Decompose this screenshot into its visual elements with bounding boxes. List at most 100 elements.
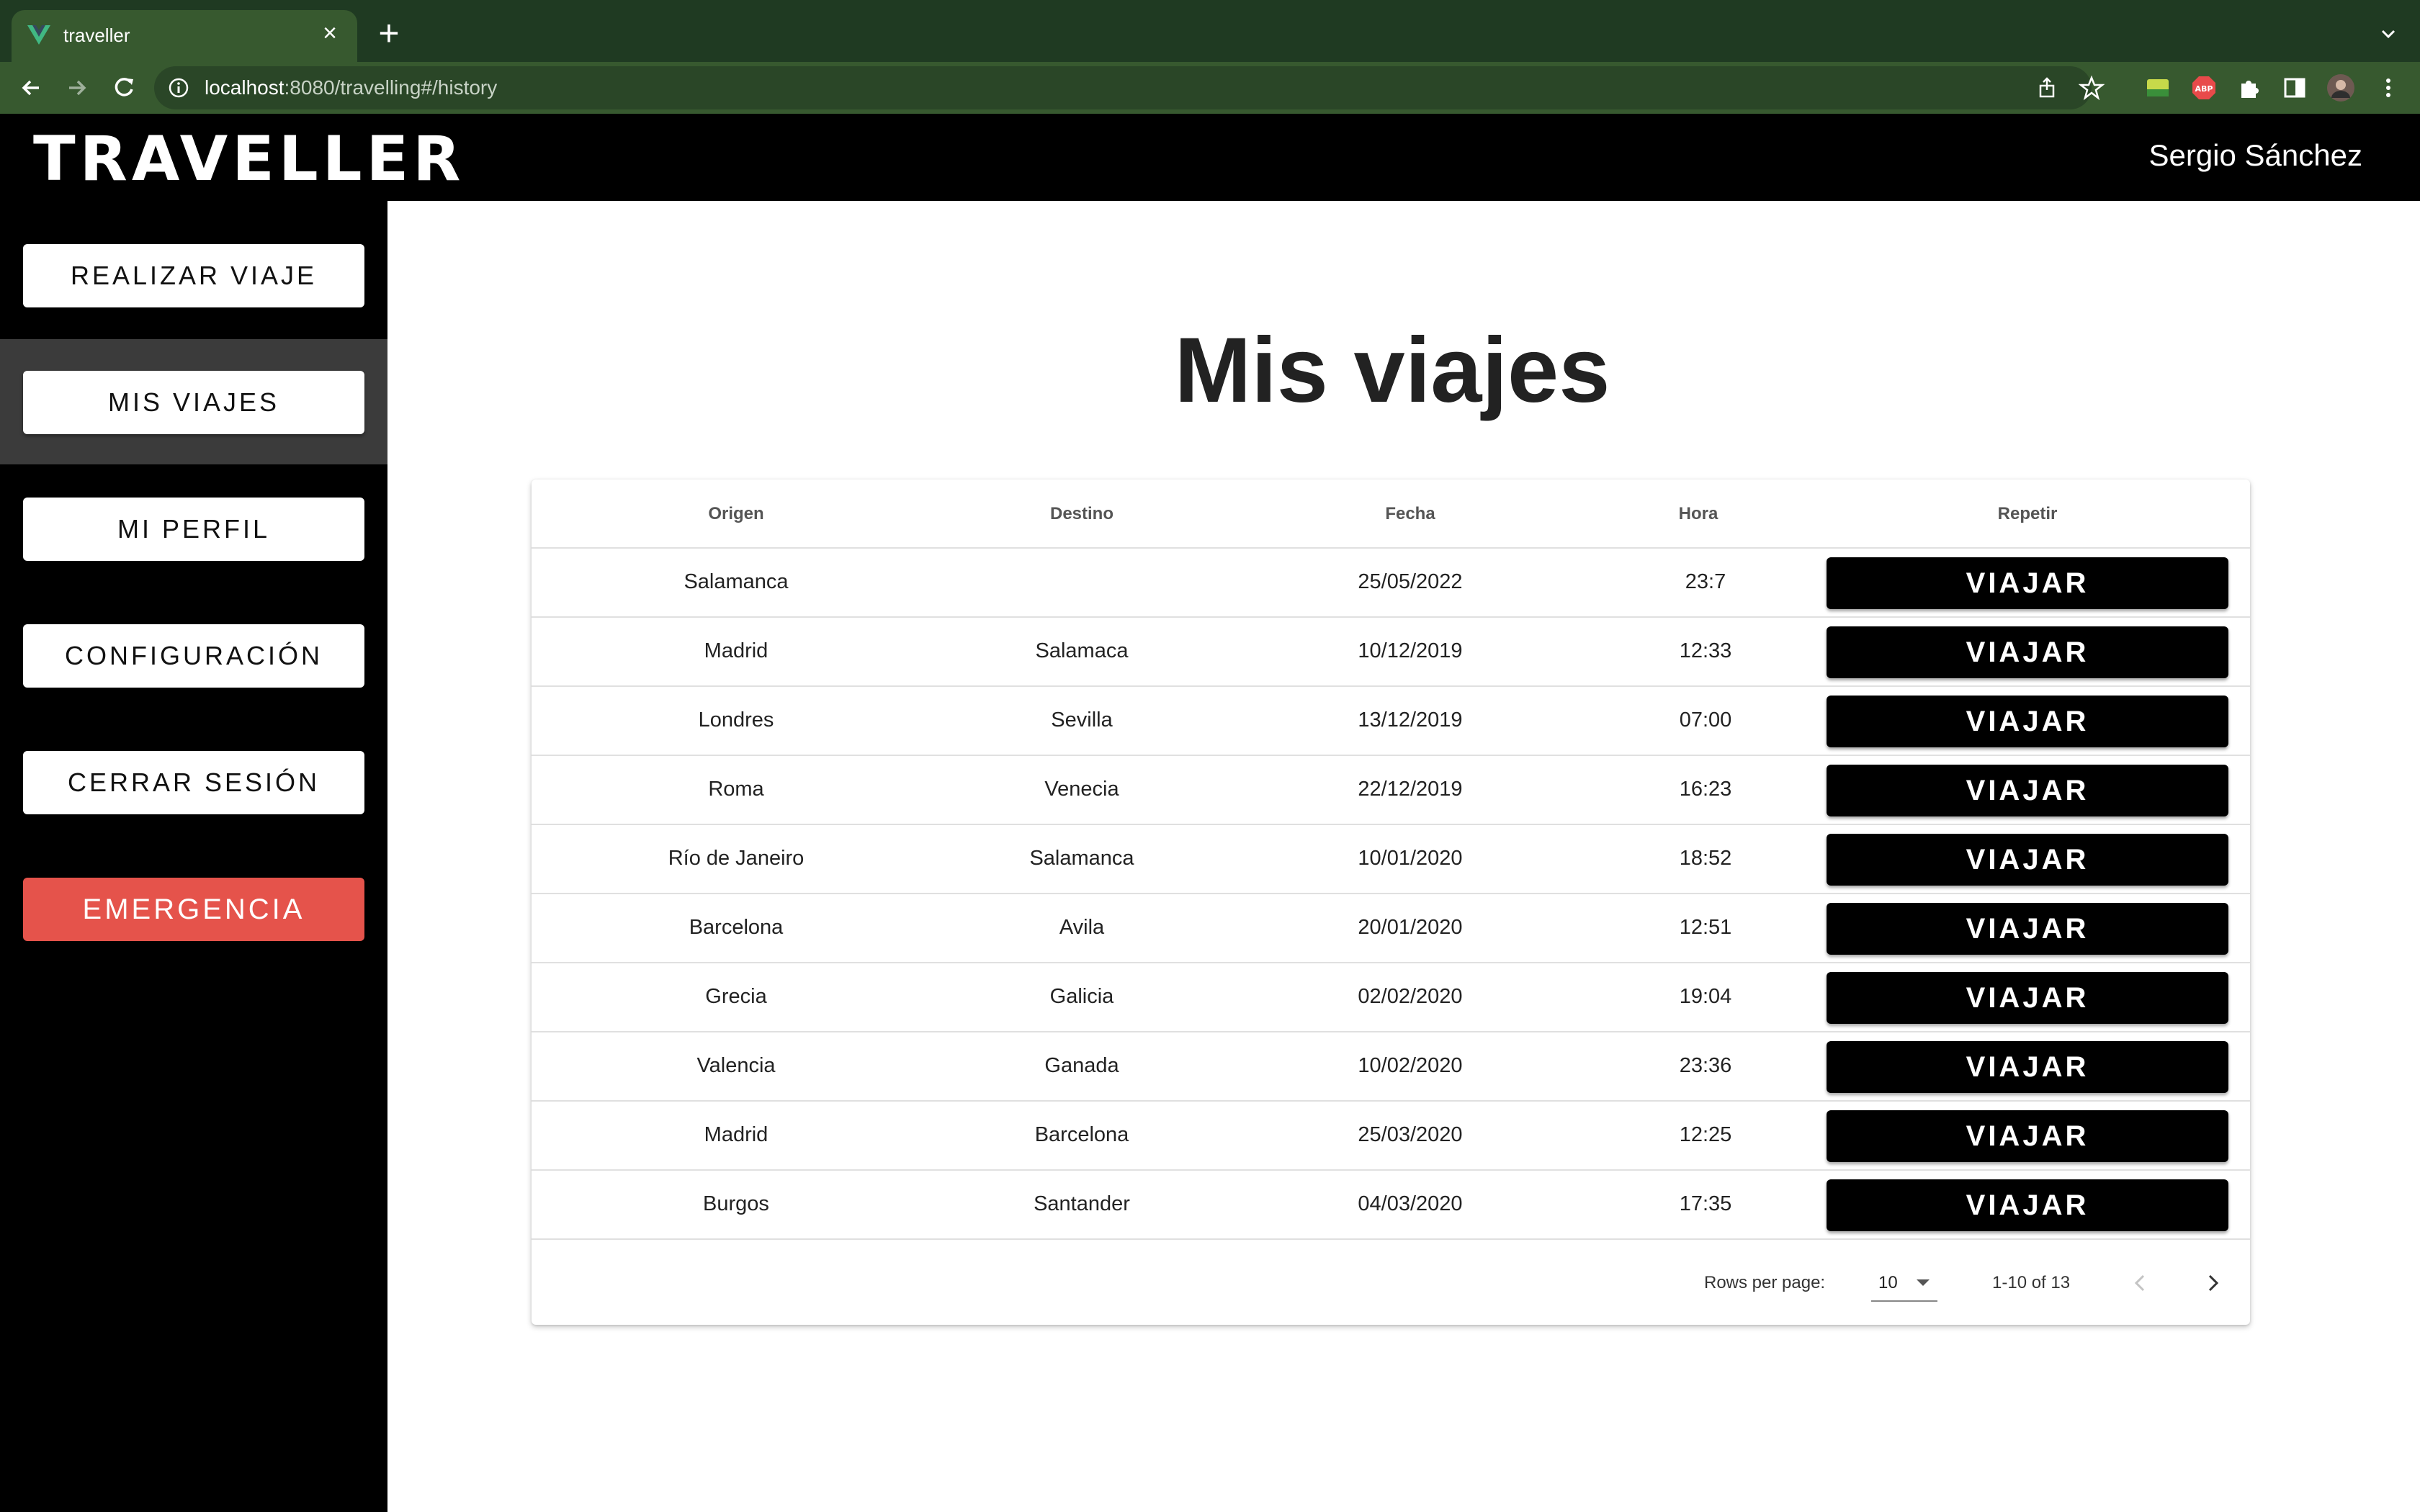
- cell-origen: Madrid: [704, 639, 768, 662]
- vue-logo-icon: [27, 25, 50, 45]
- reload-icon[interactable]: [108, 72, 140, 104]
- viajar-button[interactable]: VIAJAR: [1827, 626, 2228, 678]
- viajar-button[interactable]: VIAJAR: [1827, 903, 2228, 955]
- sidebar-item-configuracion[interactable]: CONFIGURACIÓN: [23, 624, 364, 688]
- page-title: Mis viajes: [1174, 319, 1610, 422]
- cell-origen: Valencia: [696, 1054, 776, 1077]
- cell-destino: Galicia: [1049, 985, 1114, 1008]
- app-header: TRAVELLER Sergio Sánchez: [0, 114, 2420, 201]
- viajar-button[interactable]: VIAJAR: [1827, 834, 2228, 886]
- next-page-icon[interactable]: [2197, 1267, 2228, 1299]
- extensions-puzzle-icon[interactable]: [2236, 75, 2262, 101]
- cell-hora: 16:23: [1679, 778, 1732, 801]
- sidebar-item-realizar-viaje[interactable]: REALIZAR VIAJE: [23, 244, 364, 307]
- url-host: localhost: [205, 76, 284, 99]
- cell-hora: 18:52: [1679, 847, 1732, 870]
- pagination-info: 1-10 of 13: [1992, 1273, 2071, 1292]
- table-row: Madrid Salamaca 10/12/2019 12:33 VIAJAR: [532, 618, 2250, 687]
- tab-close-icon[interactable]: ×: [315, 19, 344, 48]
- site-info-icon[interactable]: [167, 76, 190, 99]
- traveller-logo[interactable]: TRAVELLER: [33, 127, 465, 192]
- cell-fecha: 13/12/2019: [1358, 708, 1463, 732]
- cell-fecha: 02/02/2020: [1358, 985, 1463, 1008]
- back-arrow-icon[interactable]: [16, 72, 48, 104]
- cell-fecha: 10/02/2020: [1358, 1054, 1463, 1077]
- viajar-button[interactable]: VIAJAR: [1827, 1179, 2228, 1231]
- browser-toolbar: localhost:8080/travelling#/history ABP: [0, 62, 2420, 114]
- url-path: :8080/travelling#/history: [284, 76, 498, 99]
- sidebar-item-mi-perfil[interactable]: MI PERFIL: [23, 498, 364, 561]
- user-name[interactable]: Sergio Sánchez: [2148, 138, 2362, 173]
- cell-origen: Barcelona: [689, 916, 784, 939]
- cell-origen: Río de Janeiro: [668, 847, 805, 870]
- cell-hora: 07:00: [1679, 708, 1732, 732]
- cell-origen: Grecia: [705, 985, 767, 1008]
- trips-table-card: Origen Destino Fecha Hora Repetir Salama…: [532, 480, 2250, 1325]
- rows-per-page-select[interactable]: 10: [1871, 1263, 1937, 1302]
- viajar-button[interactable]: VIAJAR: [1827, 557, 2228, 609]
- previous-page-icon[interactable]: [2125, 1267, 2156, 1299]
- cell-hora: 23:36: [1679, 1054, 1732, 1077]
- browser-menu-icon[interactable]: [2375, 75, 2401, 101]
- table-row: Burgos Santander 04/03/2020 17:35 VIAJAR: [532, 1171, 2250, 1240]
- cell-destino: Sevilla: [1051, 708, 1113, 732]
- cell-origen: Roma: [708, 778, 764, 801]
- table-row: Roma Venecia 22/12/2019 16:23 VIAJAR: [532, 756, 2250, 825]
- table-row: Londres Sevilla 13/12/2019 07:00 VIAJAR: [532, 687, 2250, 756]
- tab-title: traveller: [63, 24, 130, 46]
- table-row: Madrid Barcelona 25/03/2020 12:25 VIAJAR: [532, 1102, 2250, 1171]
- table-header-row: Origen Destino Fecha Hora Repetir: [532, 480, 2250, 549]
- sidebar-item-mis-viajes[interactable]: MIS VIAJES: [23, 371, 364, 434]
- cell-fecha: 10/12/2019: [1358, 639, 1463, 662]
- cell-destino: Salamanca: [1029, 847, 1134, 870]
- viajar-button[interactable]: VIAJAR: [1827, 696, 2228, 747]
- cell-destino: Salamaca: [1035, 639, 1129, 662]
- viajar-button[interactable]: VIAJAR: [1827, 765, 2228, 816]
- browser-tab[interactable]: traveller ×: [12, 10, 357, 62]
- table-row: Grecia Galicia 02/02/2020 19:04 VIAJAR: [532, 963, 2250, 1032]
- viajar-button[interactable]: VIAJAR: [1827, 972, 2228, 1024]
- cell-hora: 12:33: [1679, 639, 1732, 662]
- cell-hora: 23:7: [1685, 570, 1726, 593]
- table-row: Salamanca 25/05/2022 23:7 VIAJAR: [532, 549, 2250, 618]
- table-footer: Rows per page: 10 1-10 of 13: [532, 1241, 2250, 1325]
- address-bar[interactable]: localhost:8080/travelling#/history: [154, 66, 2105, 109]
- browser-tabstrip: traveller × +: [0, 0, 2420, 62]
- cell-destino: Avila: [1059, 916, 1105, 939]
- svg-text:ABP: ABP: [2195, 84, 2213, 94]
- tab-search-chevron-icon[interactable]: [2374, 20, 2403, 49]
- emergency-button[interactable]: EMERGENCIA: [23, 878, 364, 941]
- cell-destino: Barcelona: [1034, 1123, 1129, 1146]
- new-tab-icon[interactable]: +: [372, 15, 406, 51]
- cell-hora: 17:35: [1679, 1192, 1732, 1215]
- cell-origen: Madrid: [704, 1123, 768, 1146]
- cell-destino: Venecia: [1044, 778, 1119, 801]
- cell-origen: Burgos: [703, 1192, 769, 1215]
- caret-down-icon: [1917, 1279, 1930, 1286]
- cell-fecha: 10/01/2020: [1358, 847, 1463, 870]
- cell-fecha: 04/03/2020: [1358, 1192, 1463, 1215]
- cell-fecha: 22/12/2019: [1358, 778, 1463, 801]
- cell-destino: Ganada: [1044, 1054, 1119, 1077]
- adblock-plus-icon[interactable]: ABP: [2191, 75, 2217, 101]
- extension-image-icon[interactable]: [2145, 75, 2171, 101]
- bookmark-star-icon[interactable]: [2079, 75, 2105, 101]
- cell-hora: 19:04: [1679, 985, 1732, 1008]
- column-header-fecha[interactable]: Fecha: [1338, 504, 1482, 524]
- viajar-button[interactable]: VIAJAR: [1827, 1110, 2228, 1162]
- sidebar-item-cerrar-sesion[interactable]: CERRAR SESIÓN: [23, 751, 364, 814]
- cell-fecha: 20/01/2020: [1358, 916, 1463, 939]
- cell-origen: Salamanca: [684, 570, 789, 593]
- share-icon[interactable]: [2034, 75, 2060, 101]
- cell-fecha: 25/03/2020: [1358, 1123, 1463, 1146]
- table-row: Valencia Ganada 10/02/2020 23:36 VIAJAR: [532, 1032, 2250, 1102]
- rows-per-page-value: 10: [1878, 1273, 1898, 1292]
- side-panel-icon[interactable]: [2282, 75, 2308, 101]
- column-header-destino[interactable]: Destino: [985, 504, 1178, 524]
- column-header-origen[interactable]: Origen: [640, 504, 833, 524]
- viajar-button[interactable]: VIAJAR: [1827, 1041, 2228, 1093]
- column-header-hora[interactable]: Hora: [1626, 504, 1770, 524]
- column-header-repetir[interactable]: Repetir: [1827, 504, 2228, 524]
- profile-avatar-icon[interactable]: [2326, 73, 2355, 102]
- forward-arrow-icon[interactable]: [60, 72, 92, 104]
